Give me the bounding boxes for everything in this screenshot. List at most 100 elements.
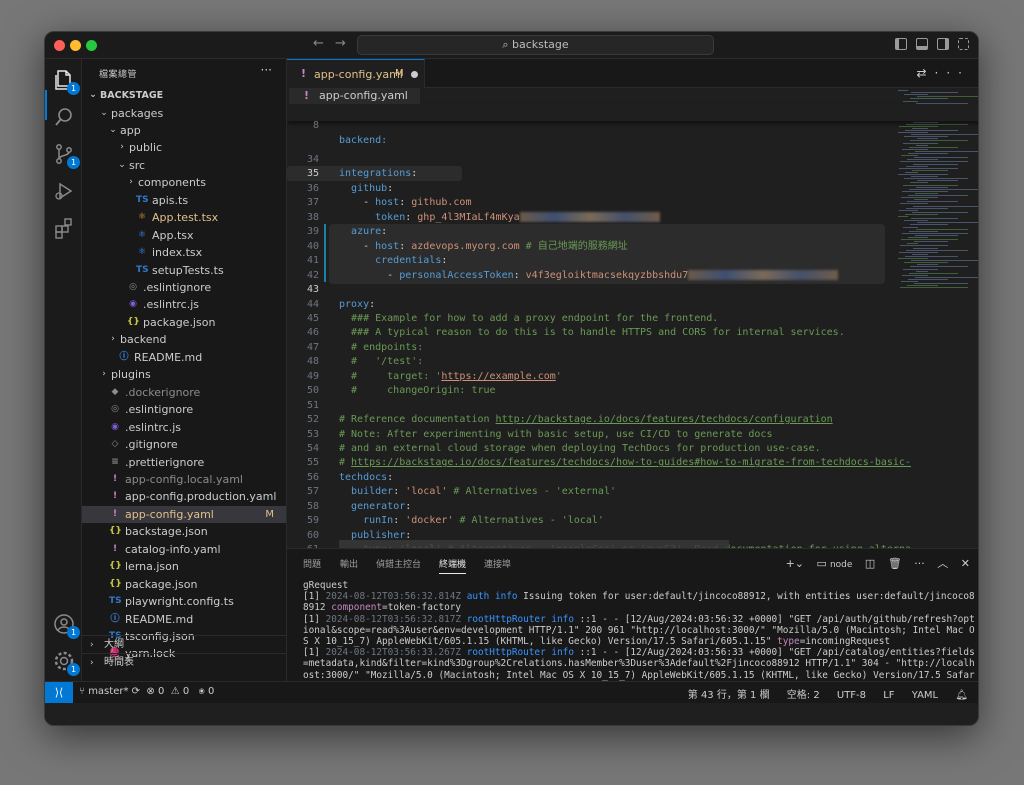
code-line[interactable]: 37 - host: github.com <box>287 196 978 210</box>
tree-item[interactable]: › components <box>82 174 286 191</box>
horizontal-scrollbar[interactable] <box>339 540 729 548</box>
tree-item[interactable]: ⚛ App.tsx <box>82 227 286 244</box>
panel-tab[interactable]: 連接埠 <box>484 557 511 570</box>
code-line[interactable]: 38 token: ghp_4l3MIaLf4mKya <box>287 211 978 225</box>
panel-tab[interactable]: 終端機 <box>439 557 467 574</box>
tree-item[interactable]: ◎ .eslintignore <box>82 401 286 418</box>
minimize-window-button[interactable] <box>70 40 81 51</box>
tree-item[interactable]: ⓘ README.md <box>82 349 286 366</box>
close-window-button[interactable] <box>54 40 65 51</box>
workspace-root[interactable]: ⌄ BACKSTAGE <box>82 87 286 104</box>
tree-item[interactable]: ⓘ README.md <box>82 611 286 628</box>
tree-item[interactable]: ⌄ packages <box>82 105 286 122</box>
trash-icon[interactable]: 🗑 <box>888 557 902 570</box>
tree-item[interactable]: ≡ .prettierignore <box>82 454 286 471</box>
code-line[interactable]: 50 # changeOrigin: true <box>287 384 978 398</box>
maximize-window-button[interactable] <box>86 40 97 51</box>
tree-item[interactable]: ! app-config.local.yaml <box>82 471 286 488</box>
code-line[interactable]: 47 # endpoints: <box>287 341 978 355</box>
panel-tab[interactable]: 偵錯主控台 <box>376 557 421 570</box>
tree-item[interactable]: ⌄ app <box>82 122 286 139</box>
notifications-bell-icon[interactable]: 🔔︎ <box>955 690 968 701</box>
sync-icon[interactable]: ⟳ <box>132 686 144 697</box>
code-line[interactable]: 52 # Reference documentation http://backs… <box>287 413 978 427</box>
tree-item[interactable]: › public <box>82 139 286 156</box>
code-line[interactable]: 58 generator: <box>287 500 978 514</box>
indentation[interactable]: 空格: 2 <box>787 690 820 701</box>
tree-item[interactable]: ! catalog-info.yaml <box>82 541 286 558</box>
tree-item[interactable]: ⚛ App.test.tsx <box>82 209 286 226</box>
source-control-activity[interactable]: 1 <box>52 142 80 169</box>
close-panel-icon[interactable]: ✕ <box>961 557 970 570</box>
code-line[interactable]: 44 proxy: <box>287 298 978 312</box>
code-line[interactable]: 42 - personalAccessToken: v4f3egloiktmac… <box>287 269 978 283</box>
forward-arrow-icon[interactable]: → <box>335 36 346 51</box>
tree-item[interactable]: › backend <box>82 331 286 348</box>
code-line[interactable]: 40 - host: azdevops.myorg.com # 自己地端的服務網… <box>287 240 978 254</box>
extensions-activity[interactable] <box>52 216 76 240</box>
code-line[interactable]: 51 <box>287 399 978 413</box>
code-line[interactable]: 55 # https://backstage.io/docs/features/t… <box>287 456 978 470</box>
run-debug-activity[interactable] <box>52 179 76 203</box>
tree-item[interactable]: ◉ .eslintrc.js <box>82 419 286 436</box>
code-line[interactable]: 56 techdocs: <box>287 471 978 485</box>
unsaved-dot-icon[interactable] <box>411 71 418 78</box>
tree-item[interactable]: ◆ .dockerignore <box>82 384 286 401</box>
code-line[interactable]: 35 integrations: <box>287 167 978 181</box>
tree-item[interactable]: {} package.json <box>82 576 286 593</box>
code-line[interactable]: 41 credentials: <box>287 254 978 268</box>
new-terminal-icon[interactable]: +⌄ <box>786 557 804 570</box>
search-activity[interactable] <box>52 105 76 129</box>
code-line[interactable]: 54 # and an external cloud storage when d… <box>287 442 978 456</box>
customize-layout-icon[interactable] <box>958 38 969 50</box>
git-branch[interactable]: master* <box>88 686 128 697</box>
panel-tab[interactable]: 輸出 <box>340 557 358 570</box>
code-line[interactable]: 49 # target: 'https://example.com' <box>287 370 978 384</box>
tree-item[interactable]: {} package.json <box>82 314 286 331</box>
panel-tab[interactable]: 問題 <box>303 557 321 570</box>
code-line[interactable]: 36 github: <box>287 182 978 196</box>
more-actions-icon[interactable]: ··· <box>935 66 970 80</box>
split-terminal-icon[interactable]: ◫ <box>865 557 875 570</box>
command-center-search[interactable]: ⌕ backstage <box>357 35 714 55</box>
toggle-sidebar-icon[interactable] <box>895 38 907 50</box>
code-line[interactable]: 53 # Note: After experimenting with basic… <box>287 428 978 442</box>
maximize-panel-icon[interactable]: ︿ <box>937 557 948 570</box>
tree-item[interactable]: › plugins <box>82 366 286 383</box>
tree-item[interactable]: ! app-config.production.yaml <box>82 488 286 505</box>
outline-section[interactable]: › 大綱 <box>82 635 286 653</box>
code-line[interactable]: 48 # '/test': <box>287 355 978 369</box>
explorer-activity[interactable]: 1 <box>52 68 80 95</box>
end-of-line[interactable]: LF <box>883 690 894 701</box>
explorer-more-button[interactable]: ··· <box>261 63 272 77</box>
tree-item[interactable]: ◎ .eslintignore <box>82 279 286 296</box>
tree-item[interactable]: ⚛ index.tsx <box>82 244 286 261</box>
terminal-shell-label[interactable]: node <box>830 560 852 570</box>
code-line[interactable]: 45 ### Example for how to add a proxy en… <box>287 312 978 326</box>
compare-changes-icon[interactable]: ⇄ <box>916 66 934 80</box>
code-line[interactable]: 43 <box>287 283 978 297</box>
tree-item[interactable]: TS playwright.config.ts <box>82 593 286 610</box>
timeline-section[interactable]: › 時間表 <box>82 653 286 671</box>
error-count[interactable]: 0 <box>158 686 164 697</box>
code-line[interactable]: 39 azure: <box>287 225 978 239</box>
tree-item[interactable]: ◉ .eslintrc.js <box>82 296 286 313</box>
encoding[interactable]: UTF-8 <box>837 690 866 701</box>
more-actions-icon[interactable]: ··· <box>914 557 925 570</box>
toggle-panel-icon[interactable] <box>916 38 928 50</box>
sticky-scroll-header[interactable]: 8 backend: <box>287 104 978 146</box>
tree-item[interactable]: {} backstage.json <box>82 523 286 540</box>
code-line[interactable]: 46 ### A typical reason to do this is to… <box>287 326 978 340</box>
ports-count[interactable]: 0 <box>208 686 214 697</box>
breadcrumb[interactable]: ! app-config.yaml <box>289 88 420 104</box>
code-line[interactable]: 57 builder: 'local' # Alternatives - 'ex… <box>287 485 978 499</box>
tree-item[interactable]: ⌄ src <box>82 157 286 174</box>
code-line[interactable]: 34 <box>287 153 978 167</box>
tree-item[interactable]: TS apis.ts <box>82 192 286 209</box>
back-arrow-icon[interactable]: ← <box>313 36 324 51</box>
toggle-secondary-sidebar-icon[interactable] <box>937 38 949 50</box>
tree-item[interactable]: TS setupTests.ts <box>82 262 286 279</box>
minimap[interactable] <box>892 88 978 548</box>
language-mode[interactable]: YAML <box>912 690 938 701</box>
tree-item[interactable]: {} lerna.json <box>82 558 286 575</box>
